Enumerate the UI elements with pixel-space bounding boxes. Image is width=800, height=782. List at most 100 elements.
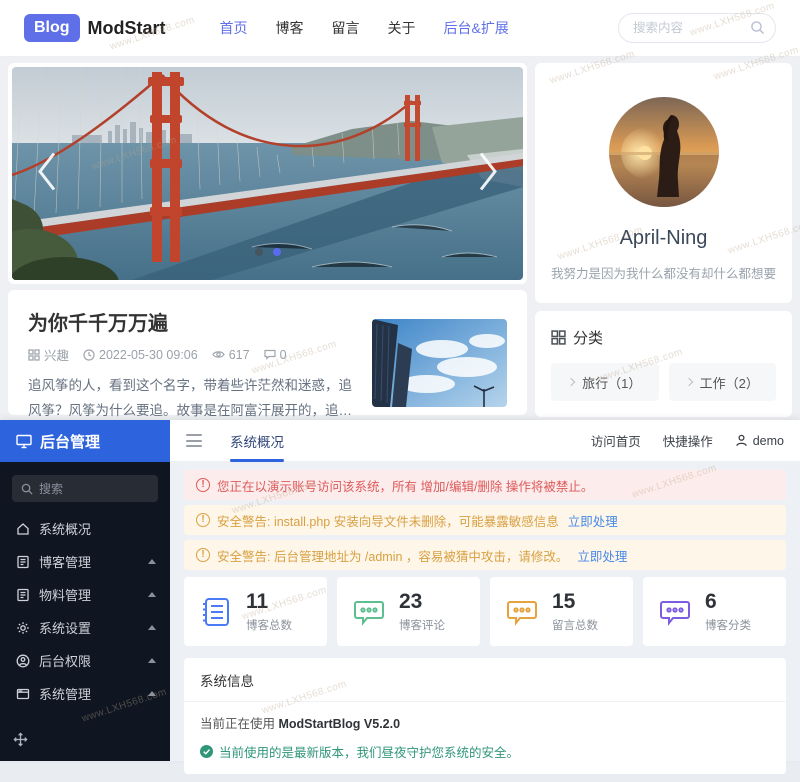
carousel	[8, 63, 527, 284]
resolve-now-link[interactable]: 立即处理	[577, 546, 627, 565]
category-item-work[interactable]: 工作（2）	[669, 363, 777, 401]
product-version: ModStartBlog V5.2.0	[279, 717, 401, 731]
collapse-arrow-icon	[148, 691, 156, 696]
stat-card-blog-total: 11 博客总数	[184, 577, 327, 646]
stat-card-blog-categories: 6 博客分类	[643, 577, 786, 646]
demo-account-alert: ! 您正在以演示账号访问该系统，所有 增加/编辑/删除 操作将被禁止。	[184, 470, 786, 500]
carousel-dot-1[interactable]	[255, 248, 263, 256]
sidebar-item-overview[interactable]: 系统概况	[0, 512, 170, 545]
collapse-arrow-icon	[148, 592, 156, 597]
system-info-title: 系统信息	[184, 658, 786, 702]
carousel-dots	[255, 248, 281, 256]
stat-label: 博客总数	[246, 617, 292, 633]
grid-icon	[28, 349, 40, 361]
blog-sidebar-column: April-Ning 我努力是因为我什么都没有却什么都想要 分类 旅行（1）	[535, 63, 792, 417]
sidebar-item-material-mgmt[interactable]: 物料管理	[0, 578, 170, 611]
admin-panel-section: 后台管理 系统概况 博客管理 物料管理 系统设置 后台权限 系统管理	[0, 420, 800, 761]
notebook-icon	[198, 594, 234, 630]
avatar[interactable]	[609, 97, 719, 207]
chat-bubble-icon	[351, 594, 387, 630]
blog-search	[618, 13, 776, 43]
version-line: 当前正在使用 ModStartBlog V5.2.0	[200, 713, 770, 732]
post-title[interactable]: 为你千千万万遍	[28, 307, 356, 336]
resolve-now-link[interactable]: 立即处理	[568, 511, 618, 530]
visit-home-link[interactable]: 访问首页	[591, 431, 641, 450]
security-alert-admin-path: ! 安全警告: 后台管理地址为 /admin ，容易被猜中攻击，请修改。 立即处…	[184, 540, 786, 570]
blog-frontend-section: Blog ModStart 首页 博客 留言 关于 后台&扩展	[0, 0, 800, 420]
post-meta: 兴趣 2022-05-30 09:06 617 0	[28, 345, 356, 364]
chevron-right-icon	[567, 378, 575, 386]
categories-list: 旅行（1） 工作（2）	[551, 363, 776, 401]
eye-icon	[212, 349, 225, 360]
user-menu[interactable]: demo	[735, 434, 784, 448]
profile-name: April-Ning	[535, 227, 792, 250]
stat-value: 11	[246, 590, 292, 613]
post-category[interactable]: 兴趣	[28, 345, 69, 364]
quick-actions-link[interactable]: 快捷操作	[663, 431, 713, 450]
collapse-arrow-icon	[148, 559, 156, 564]
blog-body: 为你千千万万遍 兴趣 2022-05-30 09:06 617	[0, 57, 800, 423]
admin-brand: 后台管理	[0, 420, 170, 462]
admin-sidebar: 后台管理 系统概况 博客管理 物料管理 系统设置 后台权限 系统管理	[0, 420, 170, 761]
nav-item-blog[interactable]: 博客	[276, 18, 304, 38]
collapse-arrow-icon	[148, 658, 156, 663]
window-icon	[16, 687, 30, 701]
stat-card-messages: 15 留言总数	[490, 577, 633, 646]
categories-header: 分类	[551, 327, 776, 348]
category-item-travel[interactable]: 旅行（1）	[551, 363, 659, 401]
categories-title: 分类	[573, 327, 603, 348]
collapse-arrow-icon	[148, 625, 156, 630]
post-thumbnail-image[interactable]	[372, 319, 507, 407]
stat-value: 6	[705, 590, 751, 613]
blog-nav: 首页 博客 留言 关于 后台&扩展	[220, 18, 509, 38]
post-views: 617	[212, 348, 250, 362]
person-icon	[735, 434, 748, 447]
stat-card-blog-comments: 23 博客评论	[337, 577, 480, 646]
search-icon[interactable]	[750, 20, 765, 40]
chat-bubble-icon	[657, 594, 693, 630]
carousel-dot-2[interactable]	[273, 248, 281, 256]
user-icon	[16, 654, 30, 668]
stat-label: 博客分类	[705, 617, 751, 633]
blog-main-column: 为你千千万万遍 兴趣 2022-05-30 09:06 617	[8, 63, 527, 417]
sidebar-item-system-mgmt[interactable]: 系统管理	[0, 677, 170, 710]
profile-card: April-Ning 我努力是因为我什么都没有却什么都想要	[535, 63, 792, 303]
post-card: 为你千千万万遍 兴趣 2022-05-30 09:06 617	[8, 290, 527, 415]
blog-logo-badge: Blog	[24, 14, 80, 42]
admin-content: ! 您正在以演示账号访问该系统，所有 增加/编辑/删除 操作将被禁止。 ! 安全…	[170, 462, 800, 782]
stats-row: 11 博客总数 23 博客评论	[184, 577, 786, 646]
clock-icon	[83, 349, 95, 361]
sidebar-item-admin-permissions[interactable]: 后台权限	[0, 644, 170, 677]
post-comments: 0	[264, 348, 287, 362]
stat-value: 15	[552, 590, 598, 613]
sidebar-item-blog-mgmt[interactable]: 博客管理	[0, 545, 170, 578]
document-icon	[16, 555, 30, 569]
stat-value: 23	[399, 590, 445, 613]
move-handle-icon[interactable]	[13, 732, 28, 752]
menu-toggle-icon[interactable]	[186, 434, 202, 447]
nav-item-about[interactable]: 关于	[388, 18, 416, 38]
comment-icon	[264, 349, 276, 360]
security-alert-install: ! 安全警告: install.php 安装向导文件未删除，可能暴露敏感信息 立…	[184, 505, 786, 535]
stat-label: 留言总数	[552, 617, 598, 633]
tab-system-overview[interactable]: 系统概况	[230, 420, 284, 462]
nav-item-message[interactable]: 留言	[332, 18, 360, 38]
grid-icon	[551, 330, 566, 345]
categories-card: 分类 旅行（1） 工作（2）	[535, 311, 792, 417]
blog-logo-text: ModStart	[88, 18, 166, 39]
home-icon	[16, 522, 30, 536]
alert-icon: !	[196, 548, 210, 562]
monitor-icon	[16, 434, 32, 449]
alert-icon: !	[196, 513, 210, 527]
stat-label: 博客评论	[399, 617, 445, 633]
chevron-right-icon	[684, 378, 692, 386]
sidebar-item-system-settings[interactable]: 系统设置	[0, 611, 170, 644]
nav-item-home[interactable]: 首页	[220, 18, 248, 38]
carousel-next-icon[interactable]	[475, 149, 501, 198]
document-icon	[16, 588, 30, 602]
system-info-card: 系统信息 当前正在使用 ModStartBlog V5.2.0 当前使用的是最新…	[184, 658, 786, 774]
nav-item-admin-ext[interactable]: 后台&扩展	[444, 18, 509, 38]
carousel-prev-icon[interactable]	[34, 149, 60, 198]
blog-header: Blog ModStart 首页 博客 留言 关于 后台&扩展	[0, 0, 800, 57]
admin-search-input[interactable]	[39, 482, 139, 496]
